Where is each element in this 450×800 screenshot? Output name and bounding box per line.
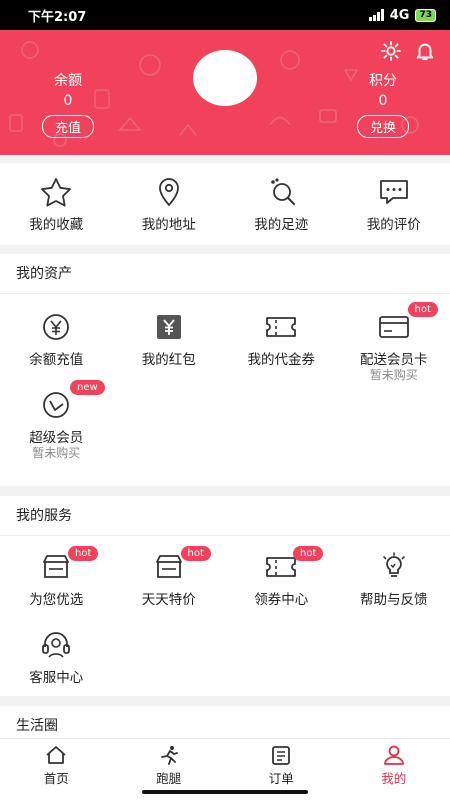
yen-circle-icon (43, 314, 69, 340)
super-vip-label: 超级会员 (29, 430, 84, 446)
hot-badge: hot (407, 302, 438, 317)
assets-title: 我的资产 (0, 254, 450, 294)
assets-section: 我的资产 余额充值 我的红包 我的代金券 hot 配送会员卡 暂未购买 new … (0, 254, 450, 486)
address-label: 我的地址 (141, 217, 196, 233)
tab-mine-label: 我的 (381, 771, 407, 786)
delivery-card-status: 暂未购买 (369, 368, 418, 382)
tab-mine[interactable]: 我的 (338, 739, 450, 800)
quick-actions: 我的收藏 我的地址 我的足迹 我的评价 (0, 163, 450, 245)
location-pin-icon (158, 178, 179, 207)
recommend-item[interactable]: hot 为您优选 (0, 538, 113, 616)
help-feedback-label: 帮助与反馈 (360, 592, 428, 608)
footprint-icon (271, 178, 295, 205)
points-block: 积分 0 兑换 (343, 70, 423, 138)
delivery-card-item[interactable]: hot 配送会员卡 暂未购买 (338, 298, 450, 382)
recommend-label: 为您优选 (29, 592, 84, 608)
red-packet-label: 我的红包 (141, 352, 196, 368)
favorites-item[interactable]: 我的收藏 (0, 163, 113, 241)
life-circle-section: 生活圈 (0, 706, 450, 738)
life-circle-title: 生活圈 (16, 718, 58, 734)
balance-value: 0 (63, 93, 73, 109)
new-badge: new (70, 380, 105, 395)
profile-header: 余额 0 充值 积分 0 兑换 (0, 30, 450, 155)
points-value: 0 (378, 93, 388, 109)
points-label: 积分 (369, 73, 397, 89)
customer-service-label: 客服中心 (29, 670, 84, 686)
card-icon (378, 316, 409, 338)
tab-errand-label: 跑腿 (156, 771, 182, 786)
services-title: 我的服务 (0, 496, 450, 536)
gear-icon[interactable] (380, 40, 402, 62)
super-vip-item[interactable]: new 超级会员 暂未购买 (0, 376, 113, 470)
runner-icon (160, 746, 178, 765)
home-icon (46, 746, 66, 764)
redeem-button[interactable]: 兑换 (356, 115, 409, 138)
voucher-icon (266, 317, 296, 337)
home-indicator (142, 790, 308, 794)
store-icon (155, 555, 182, 578)
status-time: 下午2:07 (28, 9, 87, 25)
footprint-item[interactable]: 我的足迹 (225, 163, 338, 241)
super-vip-status: 暂未购买 (32, 446, 81, 460)
headset-icon (42, 632, 70, 658)
status-indicators: 4G 73 (368, 7, 436, 23)
tab-home[interactable]: 首页 (0, 739, 113, 800)
voucher-label: 我的代金券 (247, 352, 316, 368)
daily-deals-label: 天天特价 (141, 592, 196, 608)
reviews-label: 我的评价 (366, 217, 421, 233)
battery-icon: 73 (415, 8, 436, 22)
services-section: 我的服务 hot 为您优选 hot 天天特价 hot 领券中心 帮助与反馈 客服… (0, 496, 450, 696)
reviews-item[interactable]: 我的评价 (338, 163, 450, 241)
favorites-label: 我的收藏 (29, 217, 84, 233)
order-list-icon (272, 746, 291, 765)
avatar[interactable] (193, 50, 257, 106)
voucher-item[interactable]: 我的代金券 (225, 298, 338, 376)
signal-icon (368, 9, 384, 21)
balance-recharge-item[interactable]: 余额充值 (0, 298, 113, 376)
hot-badge: hot (293, 546, 324, 561)
balance-recharge-label: 余额充值 (29, 352, 84, 368)
network-type: 4G (389, 7, 410, 23)
customer-service-item[interactable]: 客服中心 (0, 616, 113, 694)
delivery-card-label: 配送会员卡 (360, 352, 428, 368)
lightbulb-icon (382, 552, 405, 577)
tab-orders-label: 订单 (268, 771, 294, 786)
status-bar: 下午2:07 4G 73 (0, 0, 450, 30)
balance-label: 余额 (54, 73, 82, 89)
comment-icon (379, 180, 408, 204)
footprint-label: 我的足迹 (254, 217, 309, 233)
recharge-button[interactable]: 充值 (41, 115, 94, 138)
red-packet-item[interactable]: 我的红包 (113, 298, 226, 376)
user-icon (383, 745, 404, 765)
super-vip-icon (43, 392, 69, 418)
star-icon (41, 178, 71, 207)
hot-badge: hot (180, 546, 211, 561)
coupon-center-item[interactable]: hot 领券中心 (225, 538, 338, 616)
balance-block: 余额 0 充值 (28, 70, 108, 138)
red-packet-icon (156, 315, 181, 339)
help-feedback-item[interactable]: 帮助与反馈 (338, 538, 450, 616)
coupon-center-label: 领券中心 (254, 592, 309, 608)
hot-badge: hot (68, 546, 99, 561)
address-item[interactable]: 我的地址 (113, 163, 226, 241)
daily-deals-item[interactable]: hot 天天特价 (113, 538, 226, 616)
bell-icon[interactable] (414, 40, 436, 62)
tab-home-label: 首页 (43, 771, 69, 786)
